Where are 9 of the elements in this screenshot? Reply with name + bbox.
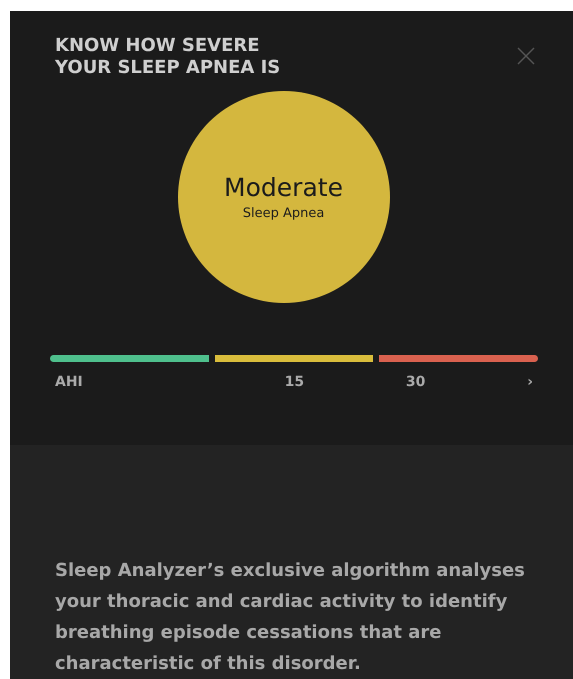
scale-label: AHI [55,374,83,390]
close-icon[interactable] [517,47,535,65]
dialog-title: KNOW HOW SEVERE YOUR SLEEP APNEA IS [55,35,280,79]
scale-label: 30 [406,374,426,390]
scale-label: 15 [284,374,304,390]
condition-label: Sleep Apnea [242,206,324,221]
severity-label: Moderate [224,173,343,202]
description-text: Sleep Analyzer’s exclusive algorithm analyses your thoracic and cardiac activity to identify breathing episode cessations that are characteristic of this disorder. [55,559,526,676]
scale-label: › [527,374,533,390]
